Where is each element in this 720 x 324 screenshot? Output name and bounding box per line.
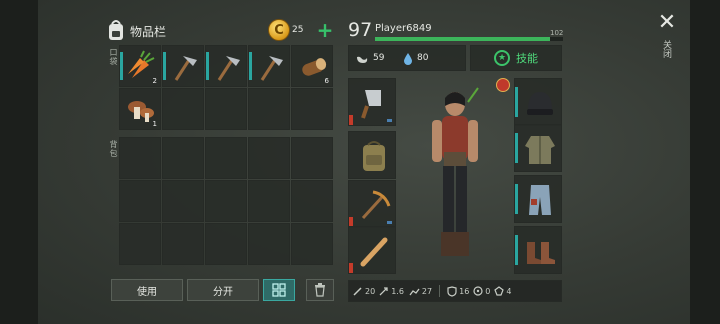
equip-slot-backpack[interactable] — [348, 131, 396, 179]
backpack-icon — [106, 18, 126, 42]
pockets-label: 口袋 — [109, 48, 118, 66]
inventory-slot[interactable] — [119, 137, 161, 179]
coin-count: 25 — [292, 25, 304, 35]
inventory-slot[interactable] — [291, 180, 333, 222]
slot-quantity: 6 — [324, 77, 329, 85]
use-button[interactable]: 使用 — [111, 279, 183, 301]
equip-slot-feet[interactable] — [514, 226, 562, 274]
inventory-slot[interactable] — [205, 45, 247, 87]
bat-icon — [360, 237, 388, 267]
inventory-slot[interactable] — [291, 137, 333, 179]
skills-label: 技能 — [516, 52, 538, 65]
hatchet-icon — [174, 56, 197, 81]
inventory-slot[interactable] — [205, 180, 247, 222]
jacket-icon — [525, 136, 555, 164]
character-model — [432, 87, 479, 256]
defense-stat: 16 — [447, 285, 470, 297]
boots-icon — [527, 242, 555, 264]
speed-stat: 27 — [408, 286, 432, 296]
equip-slot-tool[interactable] — [348, 180, 396, 228]
attack-speed-value: 1.6 — [391, 286, 404, 296]
inventory-slot[interactable] — [248, 45, 290, 87]
inventory-header: 物品栏 C 25 + — [106, 18, 334, 44]
slot-quantity: 1 — [152, 120, 157, 128]
water-drop-icon — [404, 53, 412, 65]
resist-value: 4 — [506, 286, 512, 296]
frame-left — [0, 0, 38, 324]
thirst-value: 80 — [417, 53, 429, 63]
close-icon[interactable]: ✕ — [656, 12, 678, 34]
equip-slot-weapon[interactable] — [348, 78, 396, 126]
inventory-slot[interactable] — [205, 223, 247, 265]
pants-icon — [529, 185, 551, 215]
star-icon: ★ — [494, 50, 510, 66]
sort-grid-button[interactable] — [263, 279, 295, 301]
inventory-slot[interactable] — [162, 180, 204, 222]
inventory-slot[interactable] — [162, 137, 204, 179]
backpack-item-icon — [363, 141, 385, 171]
shield-icon — [447, 285, 457, 297]
slot-quantity: 2 — [152, 77, 157, 85]
add-coins-button[interactable]: + — [316, 18, 334, 42]
pickaxe-icon — [361, 190, 391, 220]
inventory-slot[interactable] — [291, 88, 333, 130]
inventory-slot[interactable] — [248, 137, 290, 179]
xp-bar-fill — [375, 37, 550, 41]
inventory-title: 物品栏 — [130, 25, 167, 39]
inventory-slot[interactable] — [162, 223, 204, 265]
player-name: Player6849 — [375, 23, 432, 34]
coin-icon: C — [268, 19, 290, 41]
inventory-slot[interactable] — [248, 223, 290, 265]
resist-icon — [494, 286, 505, 296]
survival-stats: 59 80 — [348, 45, 466, 71]
xp-max: 102 — [550, 29, 564, 37]
player-level: 97 — [348, 19, 373, 41]
skills-button[interactable]: ★ 技能 — [470, 45, 562, 71]
inventory-slot[interactable] — [205, 88, 247, 130]
equip-slot-head[interactable] — [514, 78, 562, 126]
inventory-slot[interactable] — [291, 223, 333, 265]
sword-icon — [353, 287, 362, 296]
hunger-value: 59 — [373, 53, 385, 63]
equip-slot-chest[interactable] — [514, 124, 562, 172]
attack-speed-stat: 1.6 — [379, 286, 404, 296]
inventory-slot[interactable] — [162, 45, 204, 87]
toxic-value: 0 — [485, 286, 491, 296]
attack-speed-icon — [379, 287, 388, 296]
split-button[interactable]: 分开 — [187, 279, 259, 301]
attack-stat: 20 — [353, 286, 375, 296]
inventory-slot[interactable] — [248, 180, 290, 222]
equip-slot-melee[interactable] — [348, 226, 396, 274]
trash-button[interactable] — [306, 279, 334, 301]
attack-value: 20 — [365, 286, 376, 296]
defense-value: 16 — [459, 286, 470, 296]
backpack-label: 背包 — [109, 140, 118, 158]
trash-icon — [315, 283, 325, 297]
inventory-slot[interactable] — [119, 223, 161, 265]
inventory-slot[interactable] — [162, 88, 204, 130]
resist-stat: 4 — [494, 286, 511, 296]
combat-stats-bar: 20 1.6 27 16 0 4 — [348, 280, 562, 302]
food-buff-icon — [496, 78, 510, 92]
equip-slot-legs[interactable] — [514, 175, 562, 223]
inventory-slot[interactable] — [205, 137, 247, 179]
biohazard-icon — [473, 286, 483, 296]
frame-right — [690, 0, 720, 324]
grid-icon — [272, 283, 286, 297]
inventory-slot[interactable]: 1 — [119, 88, 161, 130]
hatchet-icon — [217, 56, 240, 81]
toxic-stat: 0 — [473, 286, 490, 296]
speed-value: 27 — [421, 286, 433, 296]
close-label[interactable]: 关闭 — [660, 40, 673, 58]
beanie-icon — [527, 92, 553, 115]
hatchet-icon — [260, 56, 283, 81]
xp-bar — [375, 37, 563, 41]
stomach-icon — [357, 56, 368, 63]
inventory-slot[interactable] — [119, 180, 161, 222]
running-icon — [409, 288, 420, 296]
cleaver-icon — [361, 90, 381, 119]
inventory-slot[interactable]: 2 — [119, 45, 161, 87]
inventory-slot[interactable] — [248, 88, 290, 130]
inventory-slot[interactable]: 6 — [291, 45, 333, 87]
